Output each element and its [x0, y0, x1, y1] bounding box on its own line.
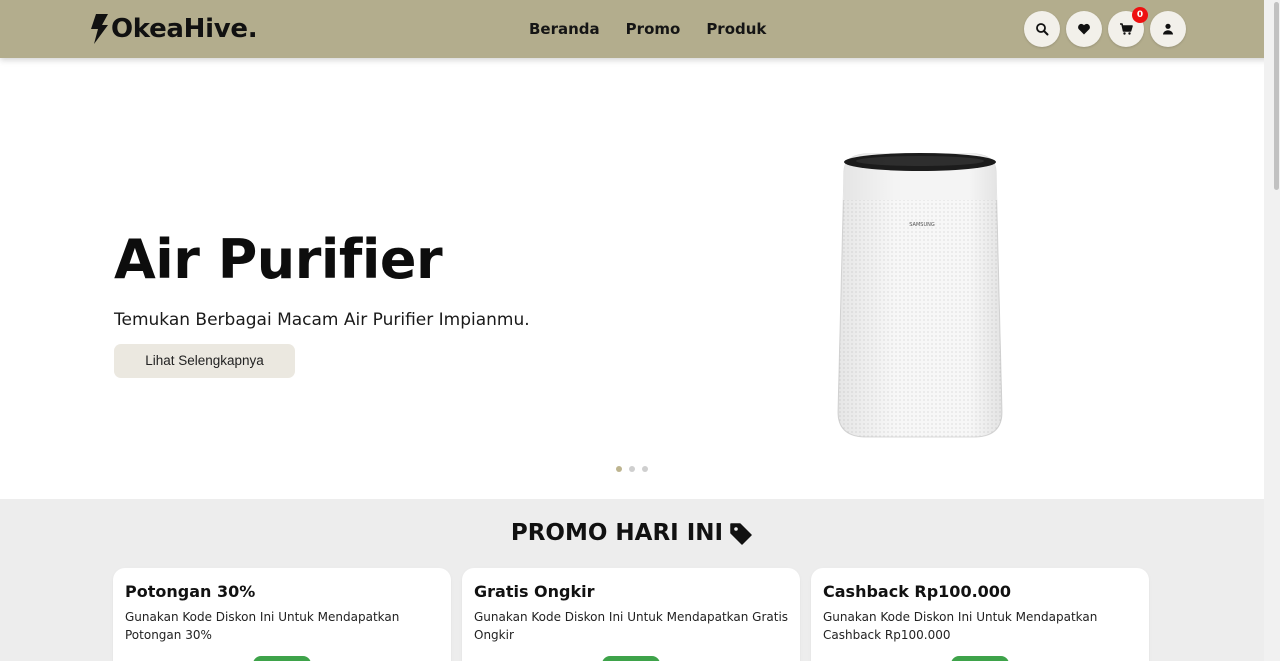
search-icon	[1036, 23, 1049, 36]
promo-section: PROMO HARI INI Potongan 30% Gunakan Kode…	[0, 499, 1264, 661]
carousel-dot-2[interactable]	[629, 466, 635, 472]
promo-card-button[interactable]	[602, 656, 660, 661]
header-actions: 0	[1024, 7, 1186, 47]
carousel-dot-1[interactable]	[616, 466, 622, 472]
carousel-indicators	[616, 466, 655, 472]
logo-text: OkeaHive.	[111, 14, 258, 44]
hero-title: Air Purifier	[114, 228, 443, 291]
hero-carousel: Air Purifier Temukan Berbagai Macam Air …	[0, 58, 1264, 499]
promo-card: Cashback Rp100.000 Gunakan Kode Diskon I…	[811, 568, 1149, 661]
promo-title: PROMO HARI INI	[510, 520, 724, 546]
carousel-dot-3[interactable]	[642, 466, 648, 472]
air-purifier-image: SAMSUNG	[837, 153, 1003, 438]
promo-card-description: Gunakan Kode Diskon Ini Untuk Mendapatka…	[823, 610, 1098, 642]
cart-count-badge: 0	[1132, 7, 1148, 23]
promo-card-title: Cashback Rp100.000	[823, 582, 1012, 601]
promo-card-title: Gratis Ongkir	[474, 582, 595, 601]
see-more-button[interactable]: Lihat Selengkapnya	[114, 344, 295, 378]
brand-label: SAMSUNG	[909, 222, 935, 228]
cart-button[interactable]: 0	[1108, 7, 1148, 47]
wishlist-button[interactable]	[1066, 11, 1102, 47]
promo-card-description: Gunakan Kode Diskon Ini Untuk Mendapatka…	[474, 610, 789, 642]
promo-card-button[interactable]	[951, 656, 1009, 661]
tag-icon	[730, 523, 752, 545]
site-header: OkeaHive. Beranda Promo Produk 0	[0, 0, 1280, 58]
main-nav: Beranda Promo Produk	[529, 19, 766, 39]
lightning-bolt-icon	[91, 14, 108, 44]
heart-icon	[1078, 23, 1090, 35]
promo-card: Gratis Ongkir Gunakan Kode Diskon Ini Un…	[462, 568, 800, 661]
promo-card-button[interactable]	[253, 656, 311, 661]
promo-card-title: Potongan 30%	[125, 582, 256, 601]
logo[interactable]: OkeaHive.	[88, 12, 258, 46]
search-button[interactable]	[1024, 11, 1060, 47]
nav-link-promo[interactable]: Promo	[626, 19, 681, 39]
user-icon	[1163, 23, 1173, 35]
cart-icon	[1120, 23, 1133, 35]
promo-heading: PROMO HARI INI	[0, 518, 1264, 548]
account-button[interactable]	[1150, 11, 1186, 47]
promo-card: Potongan 30% Gunakan Kode Diskon Ini Unt…	[113, 568, 451, 661]
nav-link-beranda[interactable]: Beranda	[529, 19, 600, 39]
hero-subtitle: Temukan Berbagai Macam Air Purifier Impi…	[114, 310, 530, 330]
nav-link-produk[interactable]: Produk	[706, 19, 766, 39]
scrollbar-thumb[interactable]	[1274, 2, 1279, 190]
promo-card-description: Gunakan Kode Diskon Ini Untuk Mendapatka…	[125, 610, 400, 642]
